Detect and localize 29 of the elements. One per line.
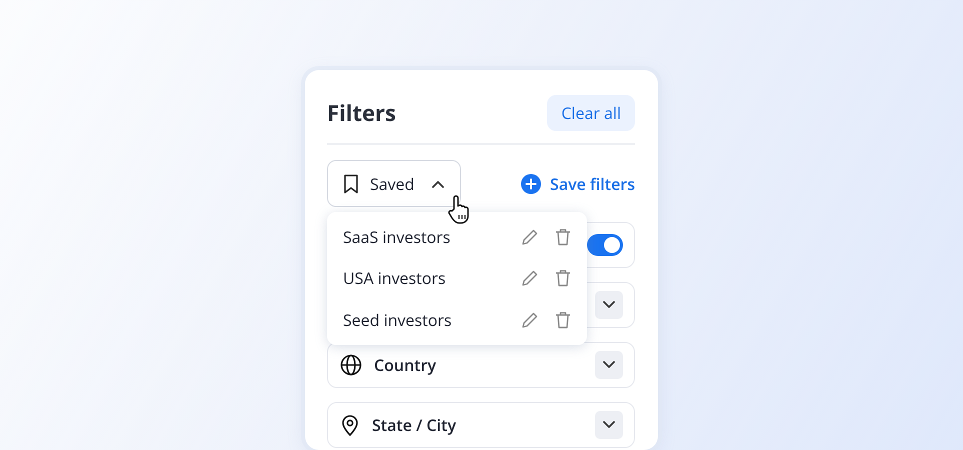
clear-all-button[interactable]: Clear all <box>547 95 635 131</box>
filter-row[interactable]: Country <box>327 342 635 388</box>
trash-icon[interactable] <box>555 269 571 288</box>
pencil-icon[interactable] <box>521 228 539 246</box>
filter-label: Country <box>374 354 436 376</box>
caret-down-icon <box>603 421 615 429</box>
saved-filter-item[interactable]: Seed investors <box>343 308 505 331</box>
globe-icon <box>340 354 362 376</box>
trash-icon[interactable] <box>555 228 571 246</box>
bookmark-icon <box>342 174 360 194</box>
filter-row[interactable]: State / City <box>327 402 635 448</box>
caret-down-icon <box>603 361 615 369</box>
pencil-icon[interactable] <box>521 269 539 288</box>
plus-icon <box>521 174 542 194</box>
toggle-switch[interactable] <box>587 234 623 256</box>
filter-label: State / City <box>372 414 456 436</box>
chevron-button[interactable] <box>595 411 623 439</box>
save-filters-button[interactable]: Save filters <box>521 172 635 194</box>
caret-up-icon <box>432 180 444 188</box>
saved-dropdown[interactable]: Saved <box>327 160 462 207</box>
caret-down-icon <box>603 301 615 309</box>
saved-filter-item[interactable]: USA investors <box>343 267 505 290</box>
location-pin-icon <box>340 414 360 436</box>
panel-title: Filters <box>327 98 396 128</box>
trash-icon[interactable] <box>555 310 571 329</box>
chevron-button[interactable] <box>595 291 623 319</box>
saved-filter-item[interactable]: SaaS investors <box>343 226 505 248</box>
chevron-button[interactable] <box>595 351 623 379</box>
pencil-icon[interactable] <box>521 310 539 329</box>
